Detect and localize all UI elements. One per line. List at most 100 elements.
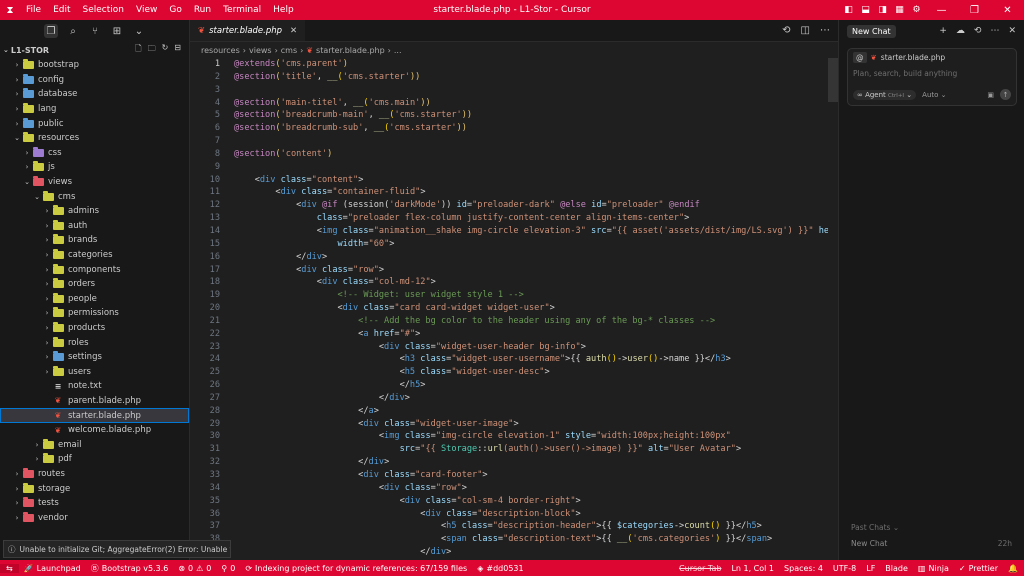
new-folder-icon[interactable]: 🗀 (148, 43, 156, 57)
folder-item[interactable]: › pdf (0, 452, 189, 467)
editor-scrollbar[interactable] (828, 58, 838, 102)
folder-item[interactable]: › email (0, 437, 189, 452)
bootstrap-item[interactable]: Ⓑ Bootstrap v5.3.6 (86, 563, 174, 574)
code-editor[interactable]: 1 @extends('cms.parent') 2 @section('title'… (190, 58, 828, 560)
menu-item-help[interactable]: Help (267, 0, 300, 20)
language-mode[interactable]: Blade (880, 564, 913, 573)
history-icon[interactable]: ⟲ (782, 25, 790, 36)
menu-item-go[interactable]: Go (163, 0, 187, 20)
history-icon[interactable]: ⟲ (974, 26, 982, 36)
folder-item[interactable]: › admins (0, 204, 189, 219)
folder-item[interactable]: › js (0, 160, 189, 175)
split-editor-icon[interactable]: ◫ (801, 25, 810, 36)
tab-starter-blade[interactable]: ❦ starter.blade.php ✕ (190, 19, 306, 41)
code-line[interactable]: 37 <h5 class="description-header">{{ $ca… (190, 520, 828, 533)
folder-item[interactable]: › vendor (0, 510, 189, 525)
launchpad-item[interactable]: 🚀 Launchpad (19, 564, 86, 573)
folder-item[interactable]: › orders (0, 277, 189, 292)
folder-item[interactable]: › users (0, 364, 189, 379)
file-item[interactable]: ❦ starter.blade.php (0, 408, 189, 423)
cloud-icon[interactable]: ☁ (956, 26, 965, 36)
code-line[interactable]: 2 @section('title', __('cms.starter')) (190, 71, 828, 84)
code-line[interactable]: 22 <a href="#"> (190, 328, 828, 341)
folder-item[interactable]: › permissions (0, 306, 189, 321)
folder-item[interactable]: › settings (0, 350, 189, 365)
past-chat-item[interactable]: New Chat 22h (851, 539, 1012, 548)
code-line[interactable]: 16 </div> (190, 251, 828, 264)
toggle-secondary-sidebar-icon[interactable]: ◨ (874, 0, 891, 20)
code-line[interactable]: 5 @section('breadcrumb-main', __('cms.sta… (190, 109, 828, 122)
code-line[interactable]: 8 @section('content') (190, 148, 828, 161)
chevron-down-icon[interactable]: ⌄ (132, 24, 146, 38)
code-line[interactable]: 13 class="preloader flex-column justify-… (190, 212, 828, 225)
code-line[interactable]: 24 <h3 class="widget-user-username">{{ a… (190, 353, 828, 366)
code-line[interactable]: 14 <img class="animation__shake img-circ… (190, 225, 828, 238)
folder-item[interactable]: › storage (0, 481, 189, 496)
model-selector[interactable]: Auto ⌄ (922, 91, 946, 99)
code-line[interactable]: 15 width="60"> (190, 238, 828, 251)
agent-mode-selector[interactable]: ∞ Agent Ctrl+I ⌄ (853, 89, 917, 100)
menu-item-run[interactable]: Run (188, 0, 217, 20)
folder-item[interactable]: › css (0, 146, 189, 161)
refresh-icon[interactable]: ↻ (162, 43, 169, 57)
color-item[interactable]: ◈ #dd0531 (472, 564, 528, 573)
remote-indicator-icon[interactable]: ⇆ (0, 563, 19, 573)
file-item[interactable]: ❦ parent.blade.php (0, 394, 189, 409)
customize-layout-icon[interactable]: ▦ (891, 0, 908, 20)
send-icon[interactable]: ↑ (1000, 89, 1011, 100)
indexing-item[interactable]: ⟳ Indexing project for dynamic references… (240, 564, 472, 573)
breadcrumb-item[interactable]: starter.blade.php (316, 46, 385, 55)
explorer-icon[interactable]: ❐ (44, 24, 58, 38)
folder-item[interactable]: › config (0, 73, 189, 88)
code-line[interactable]: 26 </h5> (190, 379, 828, 392)
code-line[interactable]: 32 </div> (190, 456, 828, 469)
breadcrumb-item[interactable]: resources (201, 46, 240, 55)
code-line[interactable]: 36 <div class="description-block"> (190, 508, 828, 521)
maximize-button[interactable]: ❐ (958, 0, 991, 20)
more-options-icon[interactable]: ⋯ (990, 26, 999, 36)
code-line[interactable]: 35 <div class="col-sm-4 border-right"> (190, 495, 828, 508)
code-line[interactable]: 25 <h5 class="widget-user-desc"> (190, 366, 828, 379)
code-line[interactable]: 18 <div class="col-md-12"> (190, 276, 828, 289)
close-tab-icon[interactable]: ✕ (290, 26, 297, 36)
line-ending[interactable]: LF (861, 564, 880, 573)
folder-item[interactable]: › tests (0, 496, 189, 511)
problems-item[interactable]: ⊗ 0 ⚠ 0 (173, 564, 216, 573)
breadcrumb-item[interactable]: cms (281, 46, 297, 55)
folder-item[interactable]: ⌄ cms (0, 189, 189, 204)
notifications-bell-icon[interactable]: 🔔 (1003, 564, 1024, 573)
image-attach-icon[interactable]: ▣ (987, 91, 994, 99)
code-line[interactable]: 33 <div class="card-footer"> (190, 469, 828, 482)
new-file-icon[interactable]: 🗋 (135, 43, 141, 57)
toggle-sidebar-icon[interactable]: ◧ (840, 0, 857, 20)
code-line[interactable]: 23 <div class="widget-user-header bg-inf… (190, 341, 828, 354)
mention-icon[interactable]: @ (853, 52, 867, 63)
folder-item[interactable]: › brands (0, 233, 189, 248)
folder-item[interactable]: › components (0, 262, 189, 277)
file-item[interactable]: ❦ welcome.blade.php (0, 423, 189, 438)
folder-item[interactable]: › products (0, 321, 189, 336)
code-line[interactable]: 12 <div @if (session('darkMode')) id="pr… (190, 199, 828, 212)
search-icon[interactable]: ⌕ (66, 24, 80, 38)
past-chats-header[interactable]: Past Chats ⌄ (851, 523, 899, 532)
code-line[interactable]: 39 </div> (190, 546, 828, 559)
minimize-button[interactable]: — (925, 0, 958, 20)
chat-input-box[interactable]: @ ❦ starter.blade.php Plan, search, buil… (847, 48, 1017, 106)
code-line[interactable]: 27 </div> (190, 392, 828, 405)
chat-input-placeholder[interactable]: Plan, search, build anything (853, 69, 957, 78)
folder-item[interactable]: › categories (0, 248, 189, 263)
cursor-tab-item[interactable]: Cursor Tab (674, 564, 726, 573)
close-window-button[interactable]: ✕ (991, 0, 1024, 20)
code-line[interactable]: 4 @section('main-titel', __('cms.main')) (190, 97, 828, 110)
settings-gear-icon[interactable]: ⚙ (908, 0, 925, 20)
code-line[interactable]: 34 <div class="row"> (190, 482, 828, 495)
indentation[interactable]: Spaces: 4 (779, 564, 828, 573)
folder-item[interactable]: › public (0, 116, 189, 131)
code-line[interactable]: 38 <span class="description-text">{{ __(… (190, 533, 828, 546)
breadcrumb-item[interactable]: views (249, 46, 272, 55)
context-chip[interactable]: @ ❦ starter.blade.php (853, 52, 945, 63)
prettier-item[interactable]: ✓ Prettier (954, 564, 1003, 573)
explorer-section-header[interactable]: ⌄ L1-STOR 🗋 🗀 ↻ ⊟ (0, 42, 189, 58)
collapse-all-icon[interactable]: ⊟ (174, 43, 181, 57)
code-line[interactable]: 9 (190, 161, 828, 174)
